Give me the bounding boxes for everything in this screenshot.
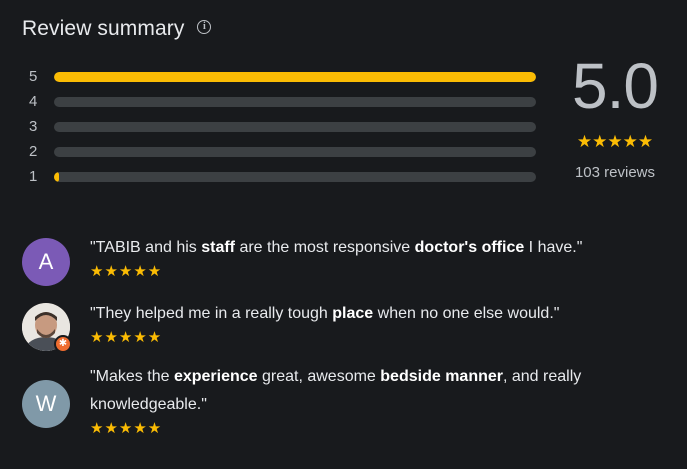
star-rating-icon: ★★★★★	[90, 419, 163, 437]
rating-bar-track	[54, 71, 536, 82]
review-text-segment: are the most responsive	[235, 239, 415, 256]
rating-bar-track	[54, 121, 536, 132]
rating-bar-label: 4	[29, 93, 38, 110]
review-keyword: staff	[201, 239, 235, 256]
rating-bar-row[interactable]: 3	[29, 114, 537, 139]
rating-bar-label: 5	[29, 68, 38, 85]
review-body: "They helped me in a really tough place …	[90, 303, 559, 351]
review-text-segment: "They helped me in a really tough	[90, 305, 333, 322]
rating-bar-label: 1	[29, 168, 38, 185]
star-rating-icon: ★★★★★	[90, 328, 163, 346]
review-body: "Makes the experience great, awesome bed…	[90, 366, 650, 437]
review-snippet[interactable]: W "Makes the experience great, awesome b…	[22, 366, 650, 437]
rating-value: 5.0	[572, 50, 659, 122]
review-body: "TABIB and his staff are the most respon…	[90, 238, 582, 286]
review-keyword: bedside manner	[380, 368, 503, 385]
page-title: Review summary	[22, 17, 185, 40]
star-rating-icon: ★★★★★	[90, 262, 163, 280]
review-text-segment: "TABIB and his	[90, 239, 202, 256]
info-icon[interactable]: i	[197, 20, 212, 34]
review-text: "Makes the experience great, awesome bed…	[90, 363, 650, 419]
avatar: W	[22, 380, 70, 428]
rating-bar-row[interactable]: 1	[29, 164, 537, 189]
review-text-segment: I have."	[524, 239, 583, 256]
review-text-segment: "Makes the	[90, 368, 174, 385]
header: Review summary i	[22, 17, 212, 41]
rating-bar-track	[54, 146, 536, 157]
rating-distribution: 5 4 3 2 1	[29, 64, 537, 189]
avatar: ✱	[22, 303, 72, 353]
review-keyword: experience	[173, 368, 258, 385]
rating-bar-track	[54, 96, 536, 107]
review-text-segment: great, awesome	[257, 368, 381, 385]
local-guide-badge-icon: ✱	[54, 335, 72, 353]
review-text: "They helped me in a really tough place …	[90, 300, 559, 328]
rating-bar-row[interactable]: 2	[29, 139, 537, 164]
rating-bar-row[interactable]: 5	[29, 64, 537, 89]
rating-bar-fill	[54, 171, 59, 182]
rating-bar-label: 3	[29, 118, 38, 135]
review-count-link[interactable]: 103 reviews	[560, 164, 670, 181]
rating-bar-fill	[54, 71, 536, 82]
avatar: A	[22, 238, 70, 286]
overall-rating: 5.0 ★★★★★ 103 reviews	[560, 54, 670, 181]
review-text-segment: when no one else would."	[373, 305, 560, 322]
review-snippet[interactable]: A "TABIB and his staff are the most resp…	[22, 238, 582, 286]
review-summary-panel: Review summary i 5 4 3 2 1 5.0 ★★★★★ 103…	[0, 0, 687, 469]
review-keyword: place	[332, 305, 374, 322]
review-keyword: doctor's office	[414, 239, 525, 256]
star-rating-icon: ★★★★★	[576, 132, 654, 152]
review-snippet[interactable]: ✱ "They helped me in a really tough plac…	[22, 303, 559, 353]
rating-bar-row[interactable]: 4	[29, 89, 537, 114]
rating-bar-track	[54, 171, 536, 182]
review-text: "TABIB and his staff are the most respon…	[90, 234, 582, 262]
rating-bar-label: 2	[29, 143, 38, 160]
